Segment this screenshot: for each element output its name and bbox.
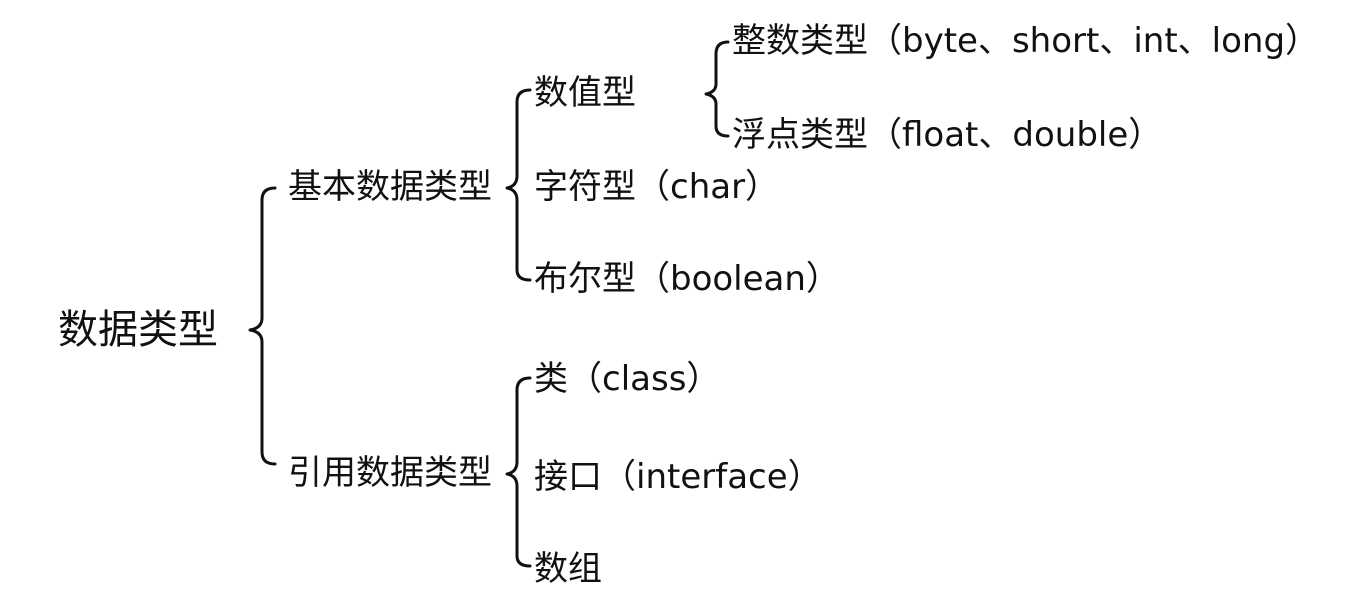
- node-integer-types: 整数类型（byte、short、int、long）: [732, 21, 1320, 61]
- brace-reference: [505, 376, 532, 568]
- node-boolean: 布尔型（boolean）: [534, 259, 840, 299]
- node-array: 数组: [534, 549, 602, 589]
- brace-root: [248, 186, 277, 466]
- connector-braces: [248, 40, 730, 568]
- node-primitive-types: 基本数据类型: [288, 167, 492, 207]
- node-numeric: 数值型: [534, 73, 636, 113]
- node-class: 类（class）: [534, 359, 721, 399]
- brace-primitive: [505, 88, 532, 282]
- node-data-types: 数据类型: [58, 307, 218, 353]
- node-interface: 接口（interface）: [534, 457, 822, 497]
- data-types-tree-diagram: 数据类型 基本数据类型 引用数据类型 数值型 字符型（char） 布尔型（boo…: [0, 0, 1366, 604]
- node-char: 字符型（char）: [534, 167, 780, 207]
- node-reference-types: 引用数据类型: [288, 453, 492, 493]
- node-float-types: 浮点类型（float、double）: [732, 115, 1163, 155]
- brace-numeric: [704, 40, 730, 138]
